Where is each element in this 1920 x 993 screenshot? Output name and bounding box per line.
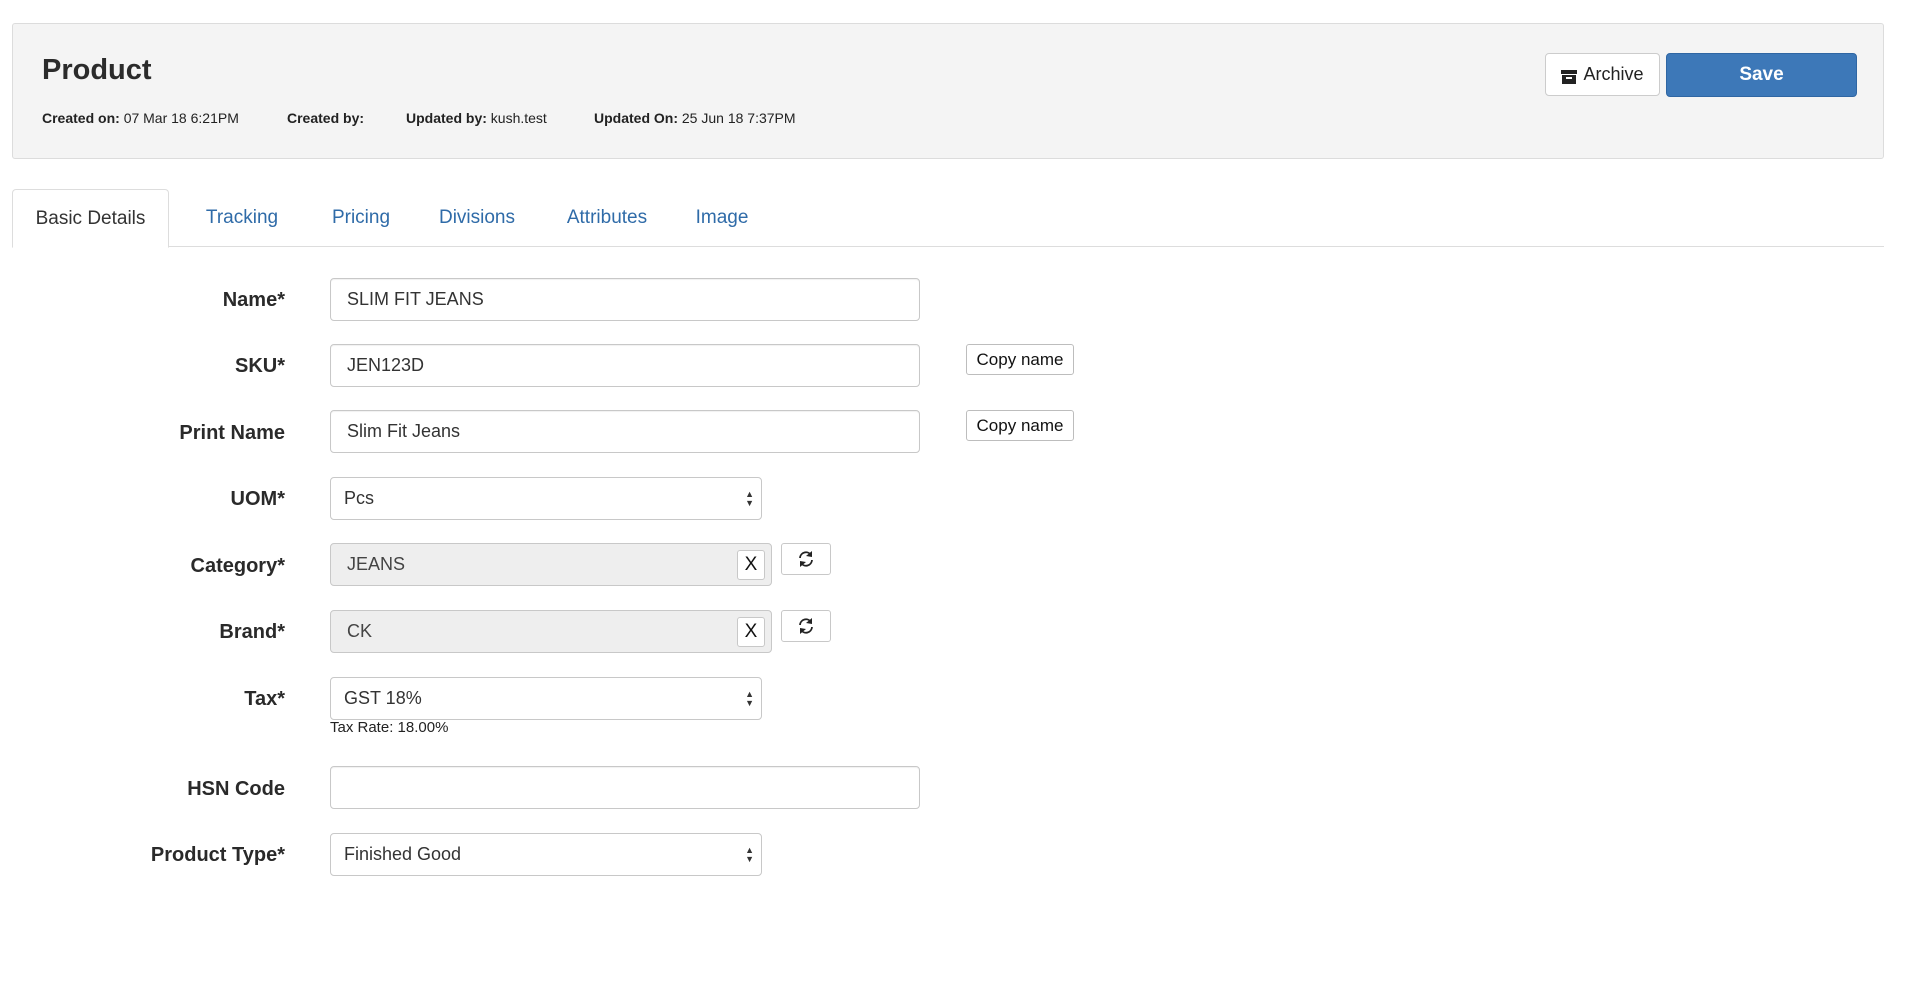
- brand-lookup[interactable]: CK X: [330, 610, 772, 653]
- save-button[interactable]: Save: [1666, 53, 1857, 97]
- updated-on-label: Updated On:: [594, 110, 678, 126]
- category-clear-button[interactable]: X: [737, 550, 765, 580]
- archive-button[interactable]: Archive: [1545, 53, 1660, 96]
- updated-by-label: Updated by:: [406, 110, 487, 126]
- tax-label: Tax*: [244, 688, 285, 710]
- created-on-value: 07 Mar 18 6:21PM: [123, 110, 239, 126]
- uom-selected-value: Pcs: [344, 488, 375, 508]
- brand-clear-button[interactable]: X: [737, 617, 765, 647]
- print-name-copy-name-button[interactable]: Copy name: [966, 410, 1074, 441]
- brand-value: CK: [347, 621, 373, 641]
- tab-image[interactable]: Image: [680, 189, 764, 247]
- updated-on-value: 25 Jun 18 7:37PM: [681, 110, 796, 126]
- updated-by-info: Updated by: kush.test: [406, 110, 547, 126]
- select-arrows-icon: ▲ ▼: [745, 845, 754, 864]
- hsn-code-label: HSN Code: [187, 778, 285, 800]
- tax-selected-value: GST 18%: [344, 688, 422, 708]
- select-arrows-icon: ▲ ▼: [745, 689, 754, 708]
- select-arrows-icon: ▲ ▼: [745, 489, 754, 508]
- created-by-info: Created by:: [287, 110, 364, 126]
- brand-refresh-button[interactable]: [781, 610, 831, 642]
- product-tabs: Basic Details Tracking Pricing Divisions…: [12, 189, 1884, 248]
- tab-basic-details[interactable]: Basic Details: [12, 189, 169, 248]
- print-name-input[interactable]: [330, 410, 920, 453]
- sku-copy-name-button[interactable]: Copy name: [966, 344, 1074, 375]
- created-on-info: Created on: 07 Mar 18 6:21PM: [42, 110, 239, 126]
- product-header-panel: Product Created on: 07 Mar 18 6:21PM Cre…: [12, 23, 1884, 159]
- sku-label: SKU*: [234, 355, 285, 377]
- updated-on-info: Updated On: 25 Jun 18 7:37PM: [594, 110, 796, 126]
- tax-rate-text: Tax Rate: 18.00%: [330, 719, 449, 736]
- updated-by-value: kush.test: [490, 110, 547, 126]
- tax-select[interactable]: GST 18% ▲ ▼: [330, 677, 762, 720]
- product-type-label: Product Type*: [150, 844, 285, 866]
- brand-label: Brand*: [219, 621, 285, 643]
- category-lookup[interactable]: JEANS X: [330, 543, 772, 586]
- archive-box-icon: [1561, 68, 1578, 84]
- product-type-select[interactable]: Finished Good ▲ ▼: [330, 833, 762, 876]
- tab-pricing[interactable]: Pricing: [315, 189, 407, 247]
- archive-button-label: Archive: [1583, 64, 1644, 84]
- refresh-icon: [799, 551, 813, 567]
- created-on-label: Created on:: [42, 110, 120, 126]
- product-type-selected-value: Finished Good: [344, 844, 462, 864]
- page-title: Product: [42, 54, 152, 86]
- category-refresh-button[interactable]: [781, 543, 831, 575]
- hsn-code-input[interactable]: [330, 766, 920, 809]
- category-label: Category*: [190, 555, 285, 577]
- created-by-label: Created by:: [287, 110, 365, 126]
- category-value: JEANS: [347, 554, 406, 574]
- print-name-label: Print Name: [179, 422, 285, 444]
- tab-tracking[interactable]: Tracking: [182, 189, 302, 247]
- sku-input[interactable]: [330, 344, 920, 387]
- name-input[interactable]: [330, 278, 920, 321]
- uom-label: UOM*: [230, 488, 285, 510]
- tab-divisions[interactable]: Divisions: [415, 189, 539, 247]
- tab-attributes[interactable]: Attributes: [547, 189, 667, 247]
- refresh-icon: [799, 618, 813, 634]
- uom-select[interactable]: Pcs ▲ ▼: [330, 477, 762, 520]
- name-label: Name*: [222, 289, 285, 311]
